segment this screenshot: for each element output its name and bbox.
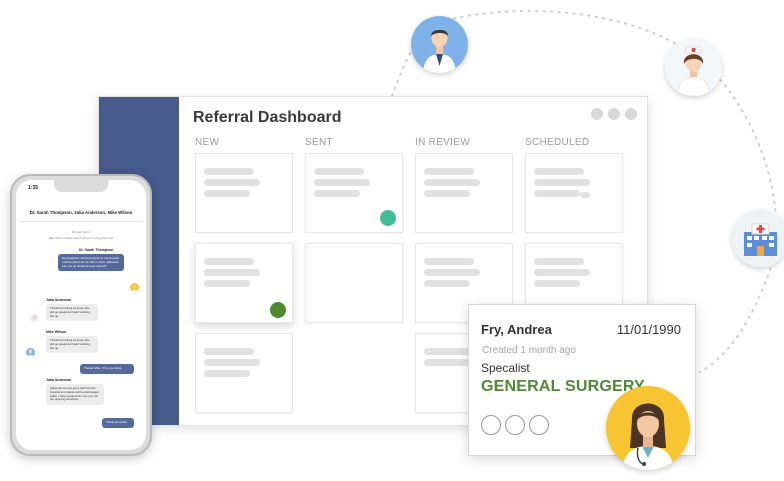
chat-title: Dr. Sarah Thompson, Julia Anderson, Mike… [29,210,133,215]
assignee-placeholder[interactable] [505,415,525,435]
message-bubble-outgoing[interactable]: Thank you sister [102,418,134,428]
referral-card[interactable] [195,243,293,323]
column-header-sent: SENT [305,137,333,148]
chat-divider [20,221,142,222]
phone-screen: 1:35 Dr. Sarah Thompson, Julia Anderson,… [16,180,146,450]
message-bubble-incoming[interactable]: @Everett we just got a call from the hos… [46,384,104,406]
assignee-placeholder[interactable] [529,415,549,435]
hospital-icon [732,210,784,267]
column-header-new: NEW [195,137,220,148]
status-dot-teal [380,210,396,226]
specialty-label: GENERAL SURGERY [481,378,645,395]
system-note: Mike Wilson added Julia Anderson to the … [48,236,114,240]
message-sender: Mike Wilson [46,330,67,334]
referral-card[interactable] [525,153,623,233]
assignee-placeholder[interactable] [481,415,501,435]
doctor-female-avatar-icon [606,386,690,470]
doctor-male-mini-avatar-icon [26,348,35,357]
assignee-placeholders [481,415,549,435]
window-controls [591,108,637,120]
status-dot-green [270,302,286,318]
patient-name: Fry, Andrea [481,322,552,337]
column-header-in-review: IN REVIEW [415,137,470,148]
window-control-dot[interactable] [591,108,603,120]
referral-card[interactable] [195,153,293,233]
message-bubble-incoming[interactable]: Thanks for letting us know. We will go a… [46,336,98,354]
role-label: Specalist [481,361,530,375]
message-sender: Dr. Sarah Thompson [79,248,114,252]
message-bubble-incoming[interactable]: Thanks for letting us know. We will go a… [46,304,98,322]
referral-card[interactable] [305,153,403,233]
window-control-dot[interactable] [625,108,637,120]
window-control-dot[interactable] [608,108,620,120]
referral-card[interactable] [195,333,293,413]
phone-notch [54,180,108,192]
patient-dob: 11/01/1990 [616,322,681,337]
doctor-male-avatar-icon [411,16,468,73]
doctor-female-mini-avatar-icon [130,283,139,292]
nurse-avatar-icon [665,39,722,96]
nurse-mini-avatar-icon [30,314,39,323]
column-header-scheduled: SCHEDULED [525,137,590,148]
message-bubble-outgoing[interactable]: My daughters school program is running l… [58,254,124,272]
referral-card[interactable] [415,153,513,233]
message-sender: Julia Anderson [46,298,72,302]
phone-mockup: 1:35 Dr. Sarah Thompson, Julia Anderson,… [10,174,152,456]
message-sender: Julia Anderson [46,378,72,382]
dashboard-title: Referral Dashboard [193,109,342,126]
message-bubble-outgoing[interactable]: Thanks Mike, I'll let you know. [80,364,134,374]
date-pill: Monday Dec 4 [71,230,91,234]
created-label: Created 1 month ago [482,345,576,356]
referral-card-empty[interactable] [305,243,403,323]
status-time: 1:35 [28,185,39,191]
